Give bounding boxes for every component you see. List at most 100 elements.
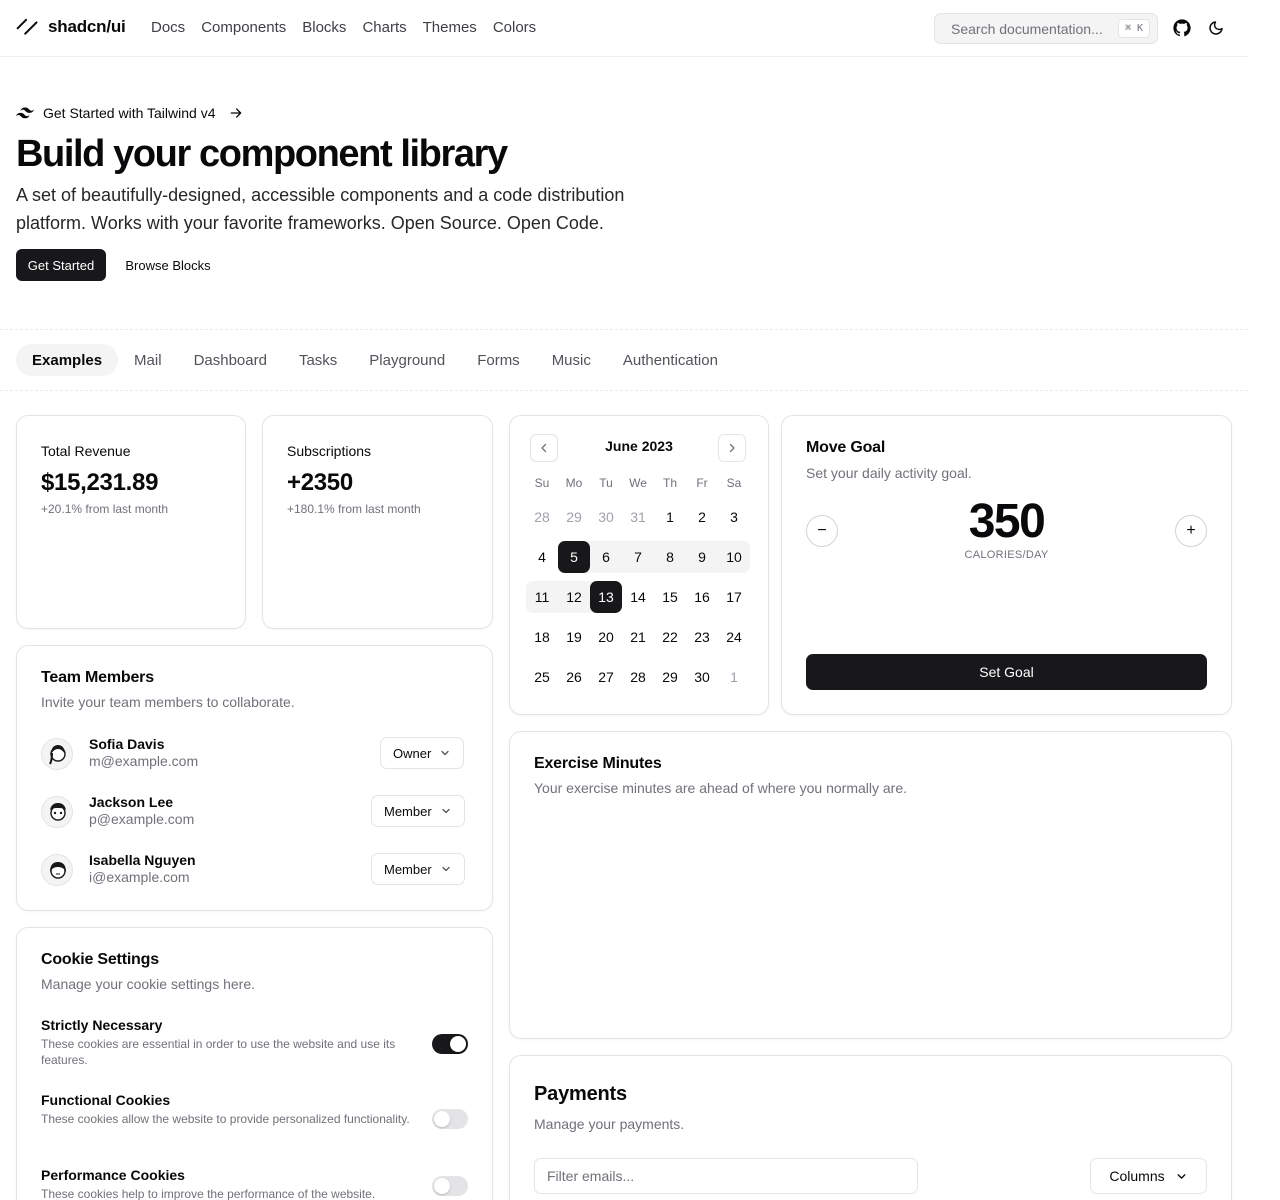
tab-forms[interactable]: Forms	[461, 344, 536, 376]
performance-cookies-toggle[interactable]	[432, 1176, 468, 1196]
calendar-day[interactable]: 29	[654, 661, 686, 693]
calendar-day[interactable]: 14	[622, 581, 654, 613]
calendar-day[interactable]: 12	[558, 581, 590, 613]
payments-title: Payments	[534, 1083, 627, 1105]
member-email: m@example.com	[89, 753, 199, 769]
tab-mail[interactable]: Mail	[118, 344, 178, 376]
columns-button[interactable]: Columns	[1090, 1158, 1207, 1194]
tab-playground[interactable]: Playground	[353, 344, 461, 376]
calendar-day[interactable]: 23	[686, 621, 718, 653]
announcement-text: Get Started with Tailwind v4	[43, 105, 216, 121]
cookie-title: Cookie Settings	[41, 951, 159, 968]
weekday-label: Tu	[599, 476, 613, 490]
calendar-day[interactable]: 21	[622, 621, 654, 653]
role-value: Member	[384, 803, 432, 819]
calendar-day[interactable]: 19	[558, 621, 590, 653]
calendar-day[interactable]: 11	[526, 581, 558, 613]
increase-goal-button[interactable]: +	[1175, 515, 1207, 547]
calendar-day[interactable]: 1	[654, 501, 686, 533]
exercise-minutes-card: Exercise Minutes Your exercise minutes a…	[509, 731, 1232, 1039]
calendar-day[interactable]: 29	[558, 501, 590, 533]
weekday-label: Su	[534, 476, 550, 490]
calendar-day[interactable]: 31	[622, 501, 654, 533]
exercise-title: Exercise Minutes	[534, 755, 662, 772]
columns-label: Columns	[1109, 1168, 1165, 1184]
calendar-day[interactable]: 1	[718, 661, 750, 693]
nav-charts[interactable]: Charts	[362, 19, 406, 36]
tab-music[interactable]: Music	[536, 344, 607, 376]
calendar-day[interactable]: 20	[590, 621, 622, 653]
divider	[0, 390, 1248, 391]
calendar-day[interactable]: 17	[718, 581, 750, 613]
strictly-necessary-toggle[interactable]	[432, 1034, 468, 1054]
set-goal-button[interactable]: Set Goal	[806, 654, 1207, 690]
calendar-day[interactable]: 18	[526, 621, 558, 653]
team-description: Invite your team members to collaborate.	[41, 694, 295, 710]
chevron-down-icon	[1177, 1173, 1186, 1179]
calendar-day[interactable]: 3	[718, 501, 750, 533]
calendar-day[interactable]: 28	[526, 501, 558, 533]
moon-icon[interactable]	[1206, 18, 1226, 38]
role-select[interactable]: Member	[371, 853, 465, 885]
functional-cookies-toggle[interactable]	[432, 1109, 468, 1129]
calendar-day[interactable]: 25	[526, 661, 558, 693]
calendar-day[interactable]: 2	[686, 501, 718, 533]
search-placeholder: Search documentation...	[951, 20, 1103, 37]
filter-emails-input[interactable]	[534, 1158, 918, 1194]
arrow-right-icon	[230, 108, 241, 118]
subscriptions-value: +2350	[287, 469, 353, 496]
search-button[interactable]: Search documentation... ⌘ K	[934, 13, 1158, 44]
calendar-day[interactable]: 13	[590, 581, 622, 613]
calendar-day[interactable]: 15	[654, 581, 686, 613]
calendar-day[interactable]: 10	[718, 541, 750, 573]
role-value: Member	[384, 861, 432, 877]
brand-link[interactable]: shadcn/ui	[16, 16, 126, 38]
calendar-day[interactable]: 8	[654, 541, 686, 573]
chevron-down-icon	[441, 750, 449, 756]
announcement-link[interactable]: Get Started with Tailwind v4	[16, 105, 243, 121]
member-email: i@example.com	[89, 869, 190, 885]
nav-colors[interactable]: Colors	[493, 19, 536, 36]
calendar-card: June 2023 Su Mo Tu We Th Fr Sa 28 29 30 31 1 2 3 4 5 6 7 8…	[509, 415, 769, 715]
calendar-day[interactable]: 16	[686, 581, 718, 613]
member-name: Sofia Davis	[89, 736, 165, 752]
calendar-day[interactable]: 30	[686, 661, 718, 693]
cookie-item-title: Strictly Necessary	[41, 1017, 163, 1033]
tab-authentication[interactable]: Authentication	[607, 344, 734, 376]
calendar-day[interactable]: 5	[558, 541, 590, 573]
goal-unit: CALORIES/DAY	[964, 549, 1049, 561]
github-icon[interactable]	[1172, 18, 1192, 38]
nav-components[interactable]: Components	[201, 19, 286, 36]
page-subtitle: A set of beautifully-designed, accessibl…	[16, 185, 625, 233]
calendar-day[interactable]: 30	[590, 501, 622, 533]
list-item: Isabella Nguyen i@example.com Member	[41, 850, 469, 890]
cookie-settings-card: Cookie Settings Manage your cookie setti…	[16, 927, 493, 1200]
role-select[interactable]: Member	[371, 795, 465, 827]
calendar-day[interactable]: 7	[622, 541, 654, 573]
calendar-day[interactable]: 28	[622, 661, 654, 693]
tab-examples[interactable]: Examples	[16, 344, 119, 376]
nav-docs[interactable]: Docs	[151, 19, 185, 36]
calendar-day[interactable]: 9	[686, 541, 718, 573]
nav-themes[interactable]: Themes	[423, 19, 477, 36]
member-email: p@example.com	[89, 811, 195, 827]
calendar-day[interactable]: 27	[590, 661, 622, 693]
browse-blocks-button[interactable]: Browse Blocks	[114, 249, 222, 281]
calendar-day[interactable]: 26	[558, 661, 590, 693]
get-started-button[interactable]: Get Started	[16, 249, 106, 281]
subscriptions-change: +180.1% from last month	[287, 502, 421, 516]
calendar-day[interactable]: 24	[718, 621, 750, 653]
team-members-card: Team Members Invite your team members to…	[16, 645, 493, 911]
calendar-day[interactable]: 4	[526, 541, 558, 573]
cookie-item-desc: These cookies allow the website to provi…	[41, 1112, 410, 1126]
calendar-day[interactable]: 6	[590, 541, 622, 573]
nav-blocks[interactable]: Blocks	[302, 19, 346, 36]
page-title: Build your component library	[16, 133, 508, 175]
calendar-next-button[interactable]	[718, 434, 746, 462]
tab-dashboard[interactable]: Dashboard	[178, 344, 283, 376]
member-name: Jackson Lee	[89, 794, 174, 810]
calendar-day[interactable]: 22	[654, 621, 686, 653]
subscriptions-card: Subscriptions +2350 +180.1% from last mo…	[262, 415, 493, 629]
role-select[interactable]: Owner	[380, 737, 465, 769]
tab-tasks[interactable]: Tasks	[283, 344, 353, 376]
